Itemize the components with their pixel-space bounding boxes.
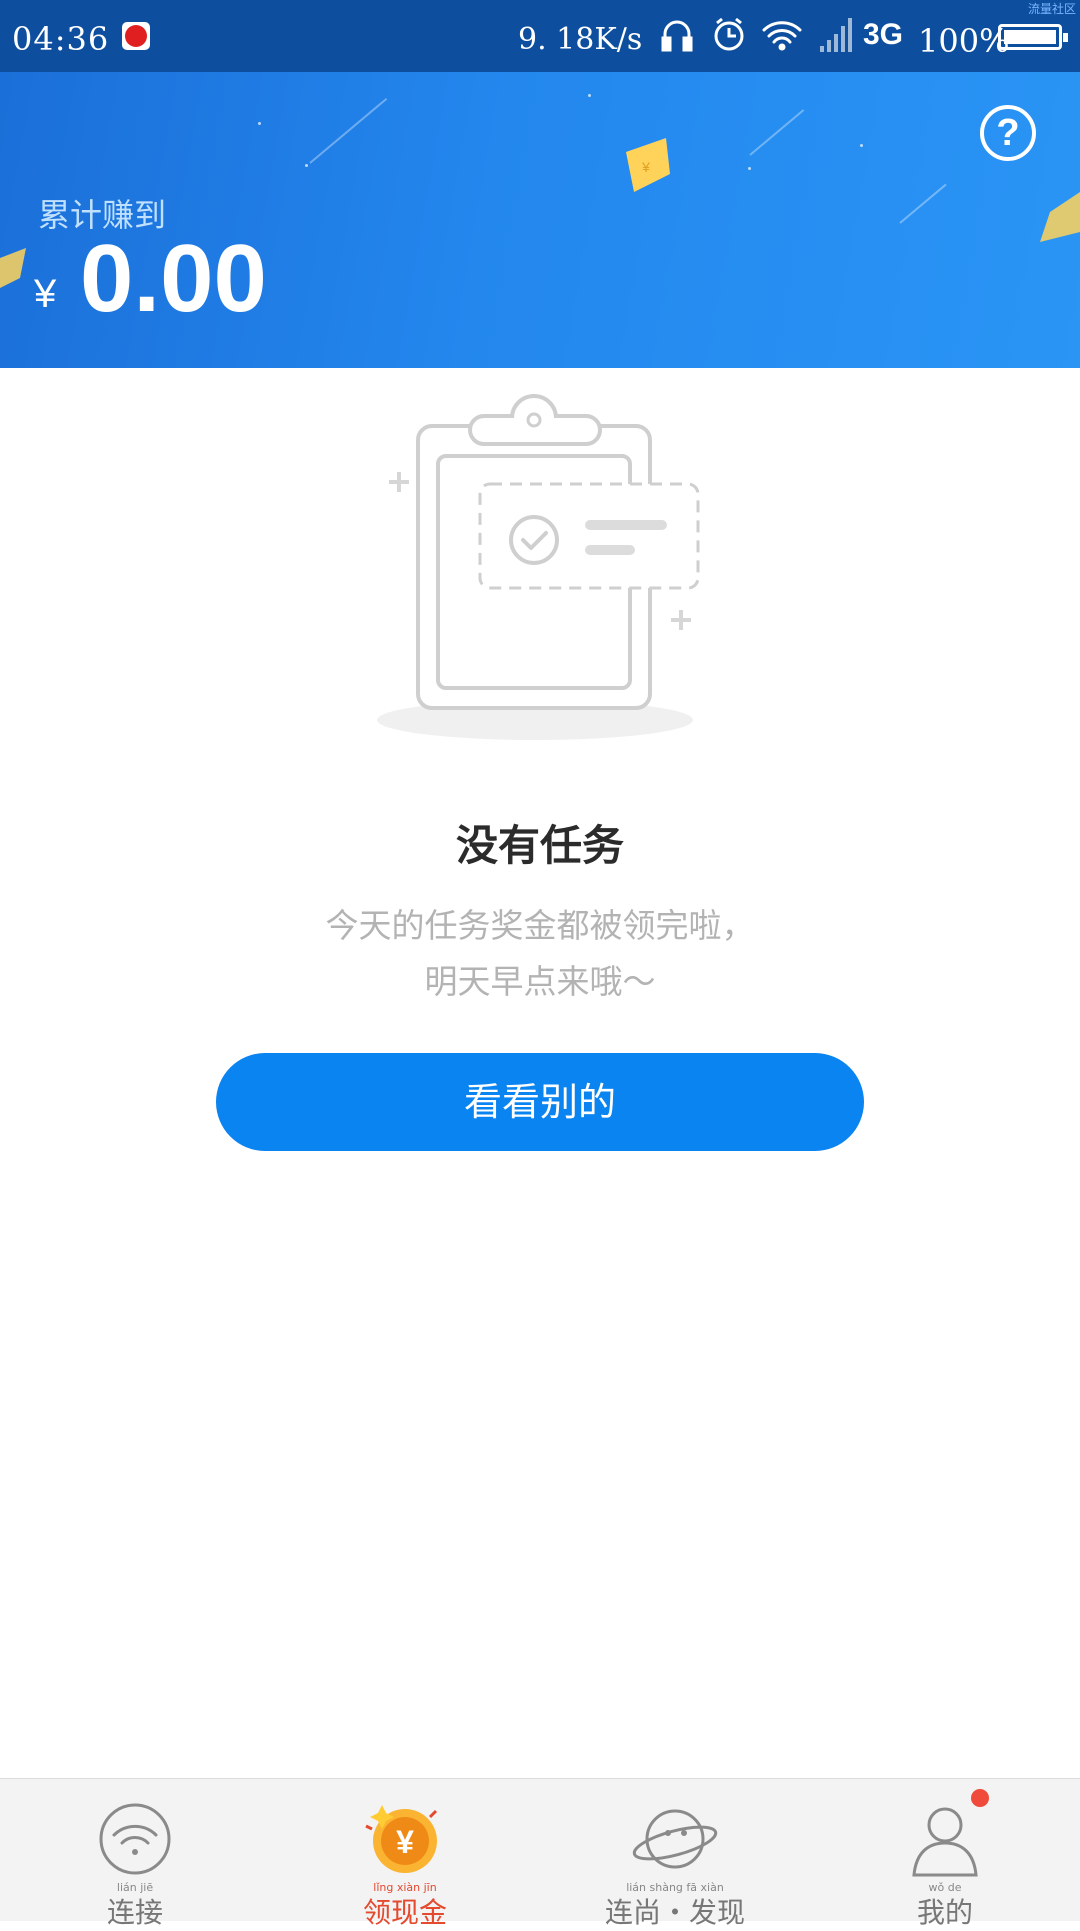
wifi-icon: [99, 1803, 171, 1875]
money-bill-icon: [1040, 192, 1080, 242]
earnings-banner: ¥ ? 累计赚到 ¥ 0.00: [0, 72, 1080, 368]
planet-icon: [632, 1809, 718, 1869]
status-bar: 04:36 9. 18K/s 3G 100% 流量社区: [0, 0, 1080, 72]
user-icon: [912, 1807, 978, 1877]
money-bill-icon: ¥: [626, 138, 670, 192]
empty-state-title: 没有任务: [455, 821, 624, 870]
nav-label: 领现金: [362, 1896, 447, 1929]
tab-discover[interactable]: lián shàng fā xiàn 连尚・发现: [540, 1779, 810, 1929]
signal-icon: [820, 18, 852, 52]
earned-amount: 0.00: [80, 225, 267, 332]
empty-state-description-line1: 今天的任务奖金都被领完啦，: [325, 906, 755, 945]
battery-percent: 100%: [918, 22, 1010, 60]
nav-label: 连尚・发现: [604, 1896, 745, 1929]
currency-symbol: ¥: [34, 272, 57, 316]
svg-text:¥: ¥: [641, 159, 650, 175]
nav-label: 连接: [106, 1896, 163, 1929]
empty-clipboard-illustration: [377, 394, 700, 740]
help-button[interactable]: ?: [980, 105, 1036, 161]
tab-get-cash[interactable]: ¥ lǐng xiàn jīn 领现金: [270, 1779, 540, 1929]
network-speed: 9. 18K/s: [518, 22, 643, 57]
status-time: 04:36: [12, 20, 110, 58]
empty-state-description: 今天的任务奖金都被领完啦， 明天早点来哦～: [0, 898, 1080, 1010]
nav-label: 我的: [916, 1896, 973, 1929]
notification-badge: [971, 1789, 989, 1807]
coin-icon: ¥: [365, 1805, 438, 1873]
empty-state-description-line2: 明天早点来哦～: [424, 962, 656, 1001]
money-bill-icon: [0, 248, 26, 288]
bottom-navigation: lián jiē 连接 ¥ lǐng xiàn jīn 领现金 lián shà…: [0, 1778, 1080, 1929]
watermark: 流量社区: [1027, 2, 1076, 16]
headphones-icon: [661, 20, 693, 52]
wifi-icon: [762, 21, 802, 51]
svg-text:¥: ¥: [396, 1824, 414, 1860]
battery-icon: [998, 24, 1068, 50]
browse-other-button[interactable]: 看看别的: [216, 1053, 864, 1151]
network-type: 3G: [863, 18, 904, 51]
alarm-icon: [714, 17, 744, 51]
netease-music-icon: [122, 22, 150, 50]
tab-profile[interactable]: wǒ de 我的: [810, 1779, 1080, 1929]
tab-connect[interactable]: lián jiē 连接: [0, 1779, 270, 1929]
